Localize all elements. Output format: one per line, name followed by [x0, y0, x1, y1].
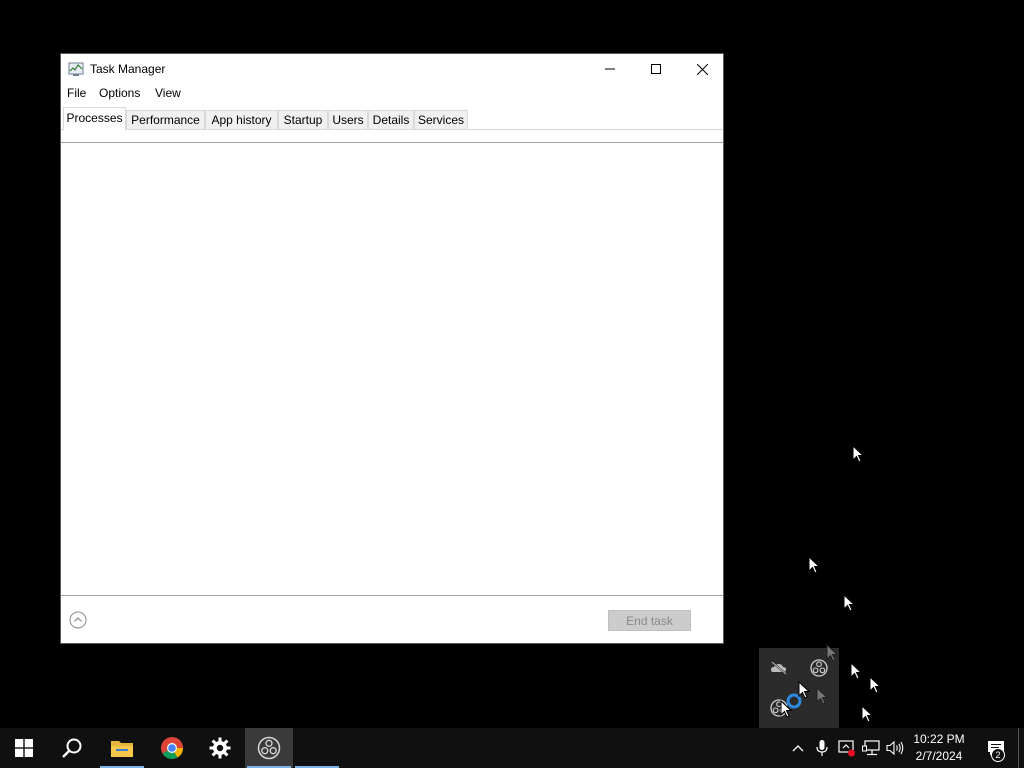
tab-app-history[interactable]: App history [205, 110, 278, 129]
file-explorer-button[interactable] [98, 728, 146, 768]
taskbar: 10:22 PM 2/7/2024 2 [0, 728, 1024, 768]
maximize-button[interactable] [633, 54, 679, 84]
windows-security-alert-icon [838, 740, 855, 757]
close-button[interactable] [679, 54, 725, 84]
menu-file[interactable]: File [67, 86, 86, 100]
obs-icon [257, 736, 281, 760]
search-icon [62, 738, 82, 758]
tab-strip: Processes Performance App history Startu… [61, 107, 723, 130]
cursor-icon [850, 662, 862, 680]
cursor-icon [798, 681, 810, 699]
task-manager-window: Task Manager File Options View Processes… [60, 53, 724, 644]
onedrive-offline-icon[interactable] [769, 658, 789, 678]
cursor-icon [852, 445, 864, 463]
network-tray-button[interactable] [861, 738, 881, 758]
maximize-icon [651, 64, 661, 74]
cursor-icon [816, 687, 828, 705]
title-bar[interactable]: Task Manager [61, 54, 723, 84]
network-ethernet-icon [862, 740, 880, 756]
chevron-up-icon [792, 745, 804, 752]
notification-count-badge: 2 [991, 748, 1005, 762]
tab-services[interactable]: Services [414, 110, 468, 129]
microphone-icon [816, 740, 828, 756]
security-tray-button[interactable] [837, 738, 857, 758]
file-explorer-icon [111, 741, 133, 757]
speaker-volume-icon [886, 740, 904, 756]
footer-divider [61, 595, 723, 596]
tab-startup[interactable]: Startup [278, 110, 328, 129]
obs-button[interactable] [245, 728, 293, 768]
tab-users[interactable]: Users [328, 110, 368, 129]
menu-bar: File Options View [61, 84, 723, 104]
cursor-icon [826, 644, 838, 662]
window-title: Task Manager [90, 62, 166, 76]
cursor-icon [843, 594, 855, 612]
tab-details[interactable]: Details [368, 110, 414, 129]
menu-options[interactable]: Options [99, 86, 140, 100]
microphone-tray-button[interactable] [812, 738, 832, 758]
task-manager-taskbar-button[interactable] [293, 728, 341, 768]
settings-button[interactable] [196, 728, 244, 768]
fewer-details-chevron-up-icon[interactable] [69, 611, 87, 629]
clock-date: 2/7/2024 [915, 749, 963, 763]
processes-list-area[interactable] [61, 143, 723, 596]
cursor-icon [808, 556, 820, 574]
chrome-button[interactable] [148, 728, 196, 768]
end-task-button[interactable]: End task [608, 610, 691, 631]
show-desktop-button[interactable] [1018, 728, 1024, 768]
cursor-icon [869, 676, 881, 694]
search-button[interactable] [48, 728, 96, 768]
show-hidden-icons-button[interactable] [788, 738, 808, 758]
volume-tray-button[interactable] [885, 738, 905, 758]
minimize-button[interactable] [587, 54, 633, 84]
cursor-icon [861, 705, 873, 723]
task-manager-icon [68, 62, 84, 76]
windows-start-icon [15, 739, 33, 757]
close-icon [696, 63, 708, 75]
tab-processes[interactable]: Processes [63, 107, 126, 130]
start-button[interactable] [0, 728, 48, 768]
taskbar-clock[interactable]: 10:22 PM 2/7/2024 [904, 731, 974, 765]
settings-gear-icon [209, 737, 231, 759]
menu-view[interactable]: View [155, 86, 181, 100]
minimize-icon [605, 68, 615, 70]
tab-performance[interactable]: Performance [126, 110, 205, 129]
clock-time: 10:22 PM [913, 732, 965, 746]
chrome-icon [161, 737, 183, 759]
desktop: Task Manager File Options View Processes… [0, 0, 1024, 728]
cursor-icon [780, 700, 792, 718]
